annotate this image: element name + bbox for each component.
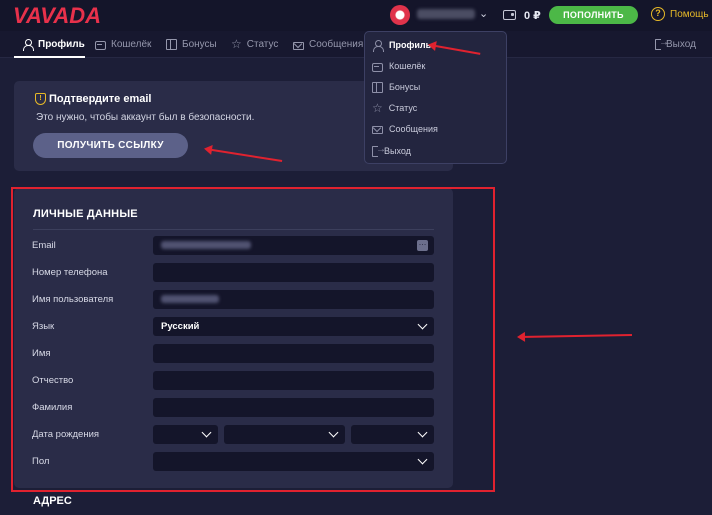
dropdown-item-label: Сообщения — [389, 124, 438, 134]
dropdown-item-wallet[interactable]: Кошелёк — [372, 57, 425, 75]
dropdown-item-status[interactable]: ☆ Статус — [372, 99, 417, 117]
logo[interactable]: VAVADA — [13, 3, 101, 29]
tab-label: Кошелёк — [111, 39, 152, 50]
profile-dropdown-menu: Профиль Кошелёк Бонусы ☆ Статус Сообщени… — [364, 31, 507, 164]
exit-icon — [372, 144, 386, 157]
dropdown-item-messages[interactable]: Сообщения — [372, 120, 438, 138]
top-header: VAVADA ⌄ 0 ₽ ПОПОЛНИТЬ ? Помощь — [0, 0, 712, 31]
gift-icon — [372, 81, 383, 93]
get-link-button[interactable]: ПОЛУЧИТЬ ССЫЛКУ — [33, 133, 188, 158]
tab-bonuses[interactable]: Бонусы — [166, 31, 217, 58]
avatar[interactable] — [390, 5, 410, 25]
deposit-button[interactable]: ПОПОЛНИТЬ — [549, 6, 638, 24]
tab-label: Сообщения — [309, 39, 364, 50]
username-blurred[interactable] — [417, 9, 475, 19]
tab-logout[interactable]: Выход — [655, 31, 696, 58]
dropdown-item-label: Профиль — [389, 40, 432, 50]
tab-messages[interactable]: Сообщения — [293, 31, 363, 58]
tab-label: Выход — [666, 39, 696, 50]
dropdown-item-label: Бонусы — [389, 82, 421, 92]
dropdown-item-profile[interactable]: Профиль — [372, 36, 431, 54]
tab-label: Бонусы — [182, 39, 217, 50]
wallet-icon — [95, 41, 106, 50]
tab-label: Профиль — [38, 39, 85, 50]
gift-icon — [166, 39, 177, 50]
verify-text: Это нужно, чтобы аккаунт был в безопасно… — [36, 112, 255, 123]
active-tab-indicator — [14, 56, 85, 58]
help-icon[interactable]: ? — [651, 7, 665, 21]
shield-icon: ! — [35, 93, 46, 105]
tab-label: Статус — [246, 39, 279, 50]
wallet-icon — [503, 10, 516, 20]
address-section-title: АДРЕС — [33, 495, 72, 507]
annotation-arrow — [518, 334, 633, 338]
star-icon: ☆ — [372, 100, 383, 115]
mail-icon — [293, 41, 304, 50]
chevron-down-icon[interactable]: ⌄ — [479, 7, 488, 20]
tab-status[interactable]: ☆ Статус — [231, 31, 278, 58]
dropdown-item-label: Статус — [388, 103, 418, 113]
verify-title: Подтвердите email — [49, 93, 152, 105]
exit-icon — [655, 37, 669, 50]
dropdown-item-bonuses[interactable]: Бонусы — [372, 78, 420, 96]
dropdown-item-label: Выход — [384, 146, 411, 156]
dropdown-item-logout[interactable]: Выход — [372, 142, 411, 160]
mail-icon — [372, 126, 383, 134]
profile-tabs: Профиль Кошелёк Бонусы ☆ Статус Сообщени… — [0, 31, 712, 58]
dropdown-item-label: Кошелёк — [389, 61, 426, 71]
help-link[interactable]: Помощь — [670, 9, 709, 20]
wallet-icon — [372, 62, 383, 72]
tab-profile[interactable]: Профиль — [22, 31, 85, 58]
user-icon — [372, 39, 384, 52]
tab-wallet[interactable]: Кошелёк — [95, 31, 151, 58]
annotation-highlight-box — [11, 187, 495, 492]
balance: 0 ₽ — [524, 10, 541, 22]
star-icon: ☆ — [231, 37, 242, 51]
user-icon — [22, 39, 34, 51]
